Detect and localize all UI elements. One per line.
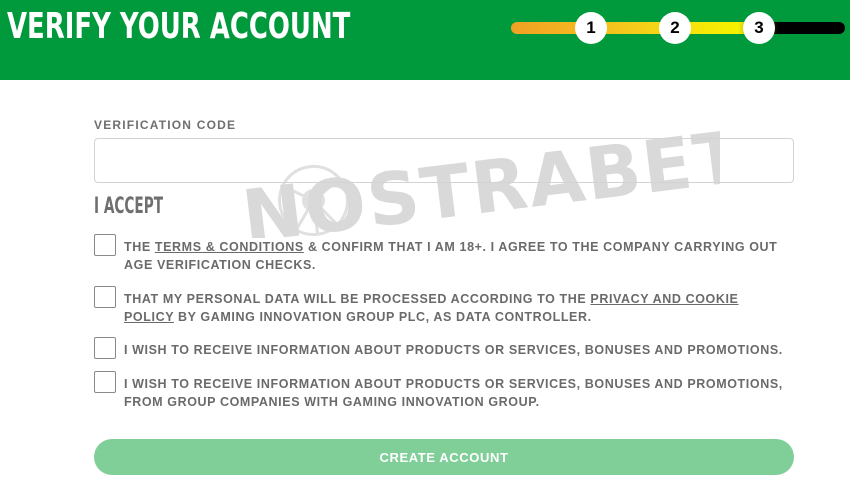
promotions-checkbox[interactable] [94, 337, 116, 359]
group-promotions-checkbox[interactable] [94, 371, 116, 393]
privacy-checkbox[interactable] [94, 286, 116, 308]
verification-code-label: VERIFICATION CODE [94, 118, 237, 132]
privacy-text-suffix: BY GAMING INNOVATION GROUP PLC, AS DATA … [173, 310, 592, 324]
page-title: VERIFY YOUR ACCOUNT [7, 6, 351, 47]
promotions-checkbox-label: I WISH TO RECEIVE INFORMATION ABOUT PROD… [124, 343, 783, 357]
terms-checkbox-label: THE TERMS & CONDITIONS & CONFIRM THAT I … [124, 238, 789, 274]
terms-conditions-link[interactable]: TERMS & CONDITIONS [155, 240, 304, 254]
create-account-button[interactable]: CREATE ACCOUNT [94, 439, 794, 475]
privacy-text-prefix: THAT MY PERSONAL DATA WILL BE PROCESSED … [124, 292, 591, 306]
terms-text-prefix: THE [124, 240, 155, 254]
step-3-indicator: 3 [743, 12, 775, 44]
step-1-indicator: 1 [575, 12, 607, 44]
terms-checkbox[interactable] [94, 234, 116, 256]
privacy-checkbox-label: THAT MY PERSONAL DATA WILL BE PROCESSED … [124, 290, 789, 326]
step-2-indicator: 2 [659, 12, 691, 44]
group-promotions-checkbox-label: I WISH TO RECEIVE INFORMATION ABOUT PROD… [124, 377, 783, 409]
header-bar: VERIFY YOUR ACCOUNT 1 2 3 [0, 0, 850, 80]
accept-heading: I ACCEPT [94, 194, 164, 219]
verification-code-input[interactable] [94, 138, 794, 183]
